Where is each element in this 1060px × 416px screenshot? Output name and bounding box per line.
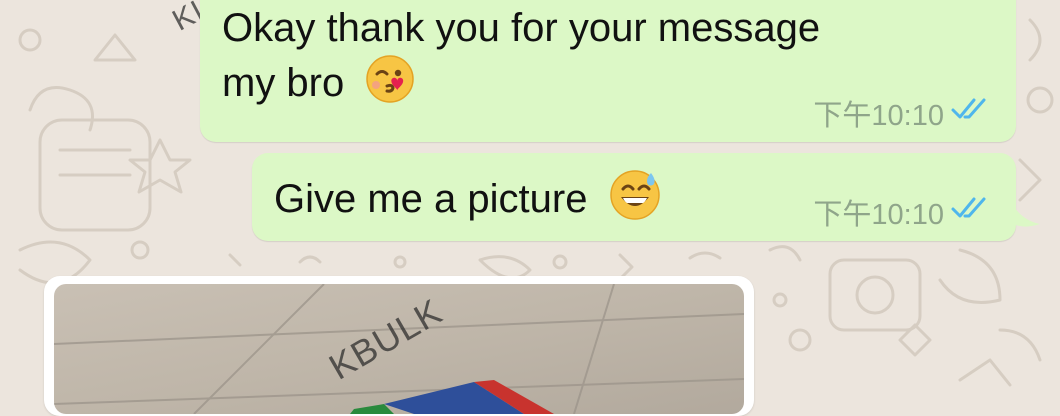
outgoing-message-bubble[interactable]: Give me a picture 下午10:10 <box>252 153 1016 241</box>
message-text-line: my bro <box>222 61 345 106</box>
outgoing-message-bubble[interactable]: Okay thank you for your message my bro 下… <box>200 0 1016 142</box>
message-text: Give me a picture <box>274 177 588 222</box>
message-timestamp: 下午10:10 <box>813 100 944 132</box>
message-text-line: Okay thank you for your message <box>222 6 821 50</box>
read-double-check-icon <box>950 195 990 229</box>
message-timestamp: 下午10:10 <box>813 199 944 231</box>
face-blowing-a-kiss-icon <box>365 54 415 117</box>
bubble-tail <box>1010 200 1040 227</box>
grinning-face-with-sweat-icon <box>609 169 661 234</box>
read-double-check-icon <box>950 96 990 130</box>
